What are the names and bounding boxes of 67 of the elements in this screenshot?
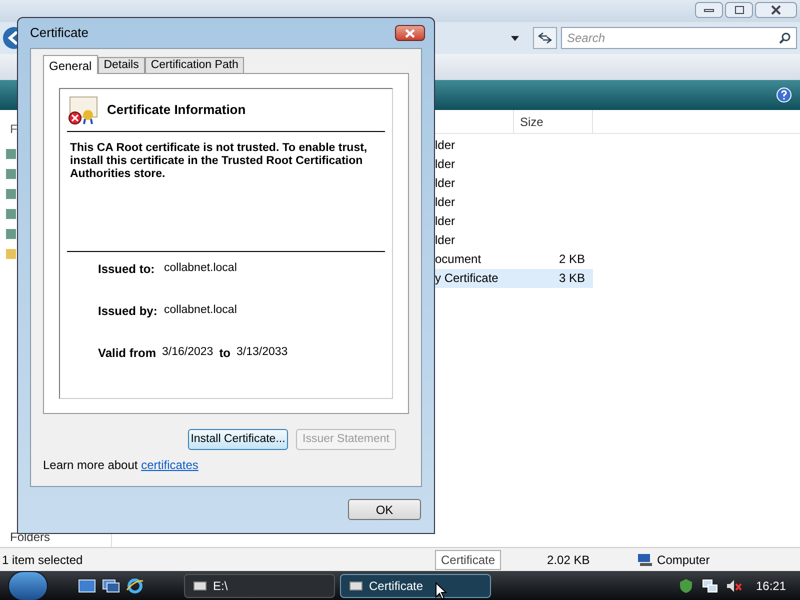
file-row[interactable]: lder xyxy=(433,193,593,212)
ok-button[interactable]: OK xyxy=(348,499,421,520)
valid-from-date: 3/16/2023 xyxy=(162,345,214,360)
file-row[interactable]: lder xyxy=(433,136,593,155)
validity-label: Valid from xyxy=(98,345,156,362)
field-value: collabnet.local xyxy=(164,303,237,318)
file-name: lder xyxy=(434,194,456,211)
field-value: collabnet.local xyxy=(164,261,237,276)
size-status: 2.02 KB xyxy=(547,552,591,568)
nav-pane-heading: F xyxy=(9,121,18,138)
field-label: Issued by: xyxy=(98,303,155,320)
file-row[interactable]: lder xyxy=(433,174,593,193)
learn-more-text: Learn more about xyxy=(43,458,139,472)
valid-to-date: 3/13/2033 xyxy=(236,345,288,360)
tab[interactable]: General xyxy=(43,55,98,74)
dialog-button[interactable]: Install Certificate... xyxy=(188,429,288,450)
close-icon xyxy=(771,5,781,15)
search-field[interactable]: Search xyxy=(561,27,797,49)
computer-icon xyxy=(637,552,654,566)
file-name: lder xyxy=(434,137,456,154)
trust-message: This CA Root certificate is not trusted. To enable trust, install this certificate in the Trusted Root Certification Authorities store. xyxy=(69,141,368,181)
desktop-icon[interactable] xyxy=(78,578,96,592)
shield-icon[interactable] xyxy=(678,578,694,594)
maximize-button[interactable] xyxy=(725,2,753,18)
start-button[interactable] xyxy=(8,570,48,600)
column-header[interactable]: Size xyxy=(513,110,593,133)
refresh-button[interactable] xyxy=(533,27,557,49)
file-size: 2 KB xyxy=(558,251,585,268)
file-size: 3 KB xyxy=(558,270,585,287)
clock[interactable]: 16:21 xyxy=(756,576,786,594)
close-button[interactable] xyxy=(755,2,797,18)
zone-status: Computer xyxy=(657,552,710,568)
type-status: Certificate xyxy=(435,550,502,570)
taskbar-button[interactable]: Certificate xyxy=(340,574,491,598)
file-row[interactable]: lder xyxy=(433,231,593,250)
minimize-button[interactable] xyxy=(695,2,723,18)
validity-to-label: to xyxy=(219,345,231,362)
network-icon[interactable] xyxy=(702,578,718,594)
field-label: Issued to: xyxy=(98,261,155,278)
certificates-link[interactable]: certificates xyxy=(141,458,198,472)
refresh-icon xyxy=(538,32,552,44)
close-button[interactable] xyxy=(395,25,425,41)
file-name: y Certificate xyxy=(434,270,500,287)
close-icon xyxy=(405,28,415,38)
window-switch-icon[interactable] xyxy=(102,578,120,592)
tab[interactable]: Details xyxy=(98,57,145,73)
help-icon[interactable] xyxy=(776,87,792,103)
file-name: ocument xyxy=(434,251,482,268)
selection-status: 1 item selected xyxy=(1,552,84,568)
muted-speaker-icon[interactable] xyxy=(726,578,742,594)
tab[interactable]: Certification Path xyxy=(144,57,244,73)
info-title: Certificate Information xyxy=(107,101,246,120)
file-row[interactable]: lder xyxy=(433,155,593,174)
file-row[interactable]: y Certificate 3 KB xyxy=(433,269,593,288)
file-name: lder xyxy=(434,175,456,192)
file-name: lder xyxy=(434,213,456,230)
untrusted-certificate-icon xyxy=(67,95,99,125)
browser-icon[interactable] xyxy=(126,578,144,594)
file-name: lder xyxy=(434,156,456,173)
mouse-pointer-icon xyxy=(435,582,447,600)
search-icon xyxy=(779,32,791,44)
dropdown-arrow-icon[interactable] xyxy=(511,36,519,40)
file-row[interactable]: ocument 2 KB xyxy=(433,250,593,269)
taskbar-button[interactable]: E:\ xyxy=(184,574,335,598)
dialog-title: Certificate xyxy=(30,24,89,42)
file-name: lder xyxy=(434,232,456,249)
file-row[interactable]: lder xyxy=(433,212,593,231)
